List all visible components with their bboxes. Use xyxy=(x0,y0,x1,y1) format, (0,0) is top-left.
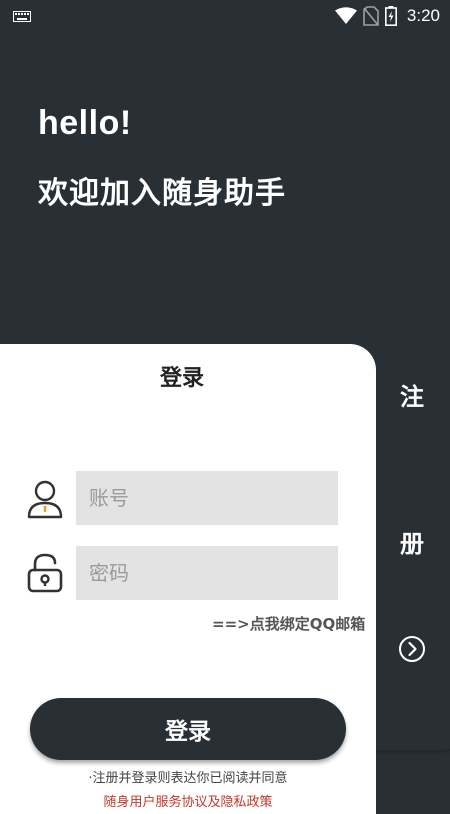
wifi-icon xyxy=(334,7,357,24)
battery-charging-icon xyxy=(384,6,397,26)
no-sim-icon xyxy=(363,6,379,26)
keyboard-icon xyxy=(13,11,31,22)
password-input[interactable] xyxy=(76,546,338,600)
register-label-1: 注 xyxy=(400,383,424,411)
account-input[interactable] xyxy=(76,471,338,525)
privacy-policy-link[interactable]: 随身用户服务协议及隐私政策 xyxy=(0,791,376,810)
status-icons: 3:20 xyxy=(334,5,440,27)
greeting-title: hello! xyxy=(38,104,132,142)
chevron-right-icon[interactable] xyxy=(398,635,426,663)
welcome-subtitle: 欢迎加入随身助手 xyxy=(38,176,286,211)
lock-icon xyxy=(27,553,63,593)
register-label-2: 册 xyxy=(400,530,424,558)
login-button[interactable]: 登录 xyxy=(30,698,346,760)
bind-qq-email-link[interactable]: ==>点我绑定QQ邮箱 xyxy=(212,613,365,634)
status-bar: 3:20 xyxy=(0,0,450,32)
login-title: 登录 xyxy=(159,366,204,391)
agreement-text: ·注册并登录则表达你已阅读并同意 xyxy=(88,771,288,786)
status-time: 3:20 xyxy=(406,6,440,25)
user-icon xyxy=(27,480,63,519)
